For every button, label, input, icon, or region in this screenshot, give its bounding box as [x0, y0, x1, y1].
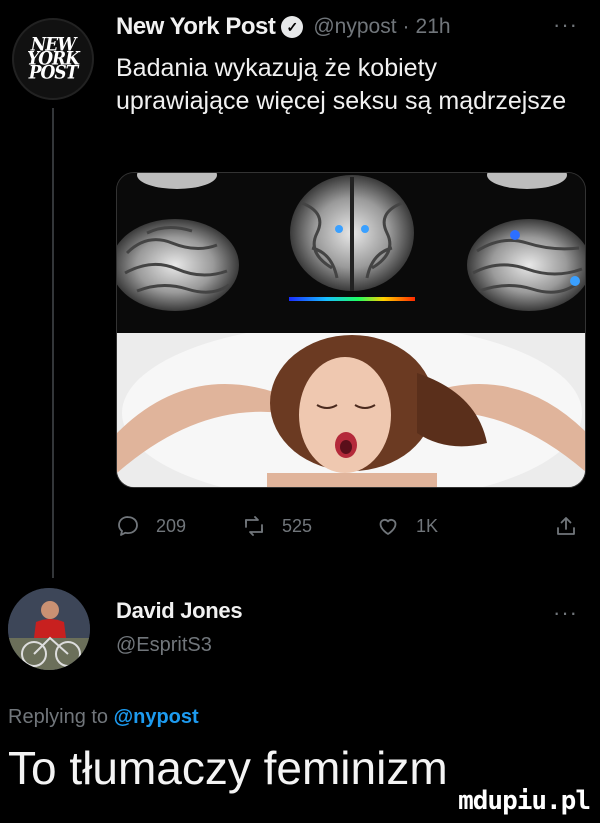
reply-more-button[interactable]: ···: [553, 600, 578, 626]
tweet-timestamp[interactable]: 21h: [416, 15, 451, 39]
replying-to-line: Replying to @nypost: [8, 706, 199, 729]
retweet-count: 525: [282, 515, 313, 536]
like-count: 1K: [416, 515, 439, 536]
brain-scan-image: [117, 173, 585, 333]
davidjones-avatar[interactable]: [8, 588, 90, 670]
share-icon: [557, 517, 575, 535]
woman-photo: [117, 323, 585, 487]
cyclist-avatar-image: [8, 588, 90, 670]
separator-dot: ·: [402, 15, 410, 38]
brain-scan-illustration: [117, 173, 585, 311]
verified-badge-icon: ✓: [281, 16, 304, 38]
author-handle[interactable]: @nypost: [313, 15, 396, 39]
tweet-actions: 209 525 1K: [116, 514, 586, 548]
like-action[interactable]: 1K: [376, 514, 438, 538]
reply-text: To tłumaczy feminizm: [8, 742, 448, 794]
nypost-avatar[interactable]: NEW YORK POST: [12, 18, 94, 100]
tweet-header: New York Post ✓ @nypost · 21h ···: [116, 12, 586, 42]
retweet-icon: [245, 516, 263, 536]
replying-prefix: Replying to: [8, 706, 109, 728]
tweet-text: Badania wykazują że kobiety uprawiające …: [116, 54, 567, 115]
tweet-more-button[interactable]: ···: [553, 12, 578, 38]
reply-action[interactable]: 209: [116, 514, 186, 538]
replying-to-link[interactable]: @nypost: [114, 706, 199, 728]
share-action[interactable]: [554, 514, 594, 538]
author-name[interactable]: New York Post: [116, 13, 276, 41]
reply-count: 209: [156, 515, 187, 536]
retweet-action[interactable]: 525: [242, 514, 312, 538]
avatar-logo-line-3: POST: [28, 62, 79, 84]
site-watermark: mdupiu.pl: [458, 786, 591, 816]
comment-icon: [118, 516, 138, 536]
reply-author-handle[interactable]: @EspritS3: [116, 634, 212, 657]
woman-photo-illustration: [117, 323, 585, 487]
heart-icon: [379, 519, 397, 535]
tweet-media[interactable]: [116, 172, 586, 488]
thread-connector-line: [52, 108, 54, 578]
reply-author-name[interactable]: David Jones: [116, 598, 243, 624]
